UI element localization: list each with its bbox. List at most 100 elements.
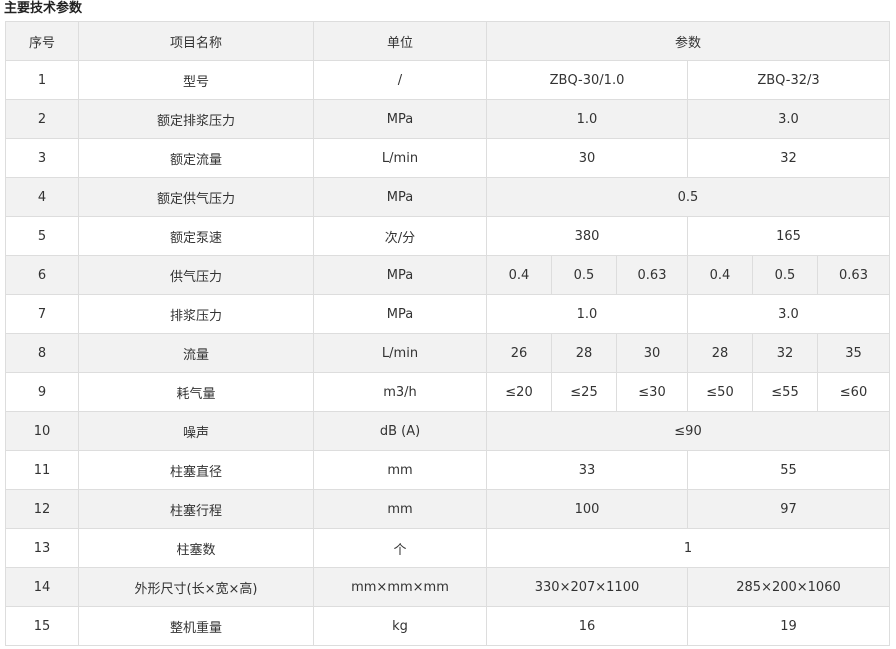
header-params: 参数 [485, 21, 891, 61]
row-param-value: 33 [486, 450, 688, 490]
row-param-value: 32 [752, 333, 818, 373]
row-param-value: 165 [686, 216, 891, 256]
row-param-value: 3.0 [686, 294, 891, 334]
row-param-value: ≤20 [486, 372, 552, 412]
row-param-value: ≤50 [687, 372, 753, 412]
row-param-value: 0.5 [752, 255, 818, 295]
table-body: 序号 项目名称 单位 参数 1 型号 / ZBQ-30/1.0 ZBQ-32/3 2 额定排… [5, 21, 891, 646]
header-unit: 单位 [313, 21, 487, 61]
row-param-value: 55 [686, 450, 891, 490]
table-row: 8 流量 L/min 26 28 30 28 32 35 [5, 333, 891, 373]
row-param-value: 0.4 [687, 255, 753, 295]
table-row: 5 额定泵速 次/分 380 165 [5, 216, 891, 256]
row-item-name: 额定泵速 [78, 216, 314, 256]
row-number: 9 [5, 372, 79, 412]
row-param-value: 0.63 [816, 255, 891, 295]
row-param-value: 0.5 [551, 255, 617, 295]
row-number: 6 [5, 255, 79, 295]
row-param-value: 97 [686, 489, 891, 529]
row-param-value: ≤55 [752, 372, 818, 412]
row-unit: MPa [313, 177, 487, 217]
row-item-name: 额定排浆压力 [78, 99, 314, 139]
row-unit: mm [313, 450, 487, 490]
row-number: 3 [5, 138, 79, 178]
header-no: 序号 [5, 21, 79, 61]
row-number: 10 [5, 411, 79, 451]
table-row: 7 排浆压力 MPa 1.0 3.0 [5, 294, 891, 334]
row-param-value: ≤30 [616, 372, 688, 412]
row-number: 7 [5, 294, 79, 334]
row-param-value: 30 [616, 333, 688, 373]
row-param-value: 285×200×1060 [686, 567, 891, 607]
row-param-value: 26 [486, 333, 552, 373]
row-param-value: 1.0 [486, 294, 688, 334]
row-param-value: 380 [486, 216, 688, 256]
row-number: 15 [5, 606, 79, 646]
row-param-value: ZBQ-32/3 [686, 60, 891, 100]
row-param-value: ≤60 [816, 372, 891, 412]
row-param-value: 1 [485, 528, 891, 568]
row-number: 4 [5, 177, 79, 217]
table-row: 12 柱塞行程 mm 100 97 [5, 489, 891, 529]
row-param-value: 16 [486, 606, 688, 646]
row-item-name: 整机重量 [78, 606, 314, 646]
table-row: 10 噪声 dB (A) ≤90 [5, 411, 891, 451]
row-param-value: 32 [686, 138, 891, 178]
row-item-name: 柱塞数 [78, 528, 314, 568]
table-row: 3 额定流量 L/min 30 32 [5, 138, 891, 178]
row-item-name: 额定流量 [78, 138, 314, 178]
row-unit: mm [313, 489, 487, 529]
row-unit: MPa [313, 255, 487, 295]
row-unit: dB (A) [313, 411, 487, 451]
row-param-value: 28 [687, 333, 753, 373]
row-number: 1 [5, 60, 79, 100]
row-unit: / [313, 60, 487, 100]
row-param-value: ZBQ-30/1.0 [486, 60, 688, 100]
row-unit: mm×mm×mm [313, 567, 487, 607]
row-param-value: 330×207×1100 [486, 567, 688, 607]
table-row: 15 整机重量 kg 16 19 [5, 606, 891, 646]
row-number: 5 [5, 216, 79, 256]
table-row: 2 额定排浆压力 MPa 1.0 3.0 [5, 99, 891, 139]
row-unit: kg [313, 606, 487, 646]
row-item-name: 外形尺寸(长×宽×高) [78, 567, 314, 607]
table-row: 9 耗气量 m3/h ≤20 ≤25 ≤30 ≤50 ≤55 ≤60 [5, 372, 891, 412]
row-unit: L/min [313, 333, 487, 373]
row-unit: 个 [313, 528, 487, 568]
row-unit: 次/分 [313, 216, 487, 256]
row-param-value: 0.63 [616, 255, 688, 295]
row-number: 12 [5, 489, 79, 529]
row-unit: MPa [313, 294, 487, 334]
table-row: 14 外形尺寸(长×宽×高) mm×mm×mm 330×207×1100 285×200… [5, 567, 891, 607]
table-row: 13 柱塞数个 1 [5, 528, 891, 568]
row-number: 8 [5, 333, 79, 373]
row-param-value: 30 [486, 138, 688, 178]
row-item-name: 型号 [78, 60, 314, 100]
row-item-name: 排浆压力 [78, 294, 314, 334]
row-number: 11 [5, 450, 79, 490]
row-param-value: 1.0 [486, 99, 688, 139]
row-item-name: 供气压力 [78, 255, 314, 295]
row-number: 13 [5, 528, 79, 568]
row-param-value: ≤25 [551, 372, 617, 412]
row-item-name: 柱塞直径 [78, 450, 314, 490]
row-item-name: 耗气量 [78, 372, 314, 412]
table-row: 11 柱塞直径 mm 33 55 [5, 450, 891, 490]
page-title: 主要技术参数 [4, 1, 83, 16]
row-unit: L/min [313, 138, 487, 178]
table-row: 6 供气压力 MPa 0.4 0.5 0.63 0.4 0.5 0.63 [5, 255, 891, 295]
row-item-name: 柱塞行程 [78, 489, 314, 529]
row-unit: MPa [313, 99, 487, 139]
row-unit: m3/h [313, 372, 487, 412]
row-param-value: 19 [686, 606, 891, 646]
row-item-name: 流量 [78, 333, 314, 373]
row-number: 2 [5, 99, 79, 139]
params-table: 序号 项目名称 单位 参数 1 型号 / ZBQ-30/1.0 ZBQ-32/3 2 额定排… [5, 21, 891, 646]
row-number: 14 [5, 567, 79, 607]
table-row: 1 型号 / ZBQ-30/1.0 ZBQ-32/3 [5, 60, 891, 100]
header-name: 项目名称 [78, 21, 314, 61]
table-header-row: 序号 项目名称 单位 参数 [5, 21, 891, 61]
row-param-value: 100 [486, 489, 688, 529]
row-item-name: 额定供气压力 [78, 177, 314, 217]
row-param-value: 35 [816, 333, 891, 373]
